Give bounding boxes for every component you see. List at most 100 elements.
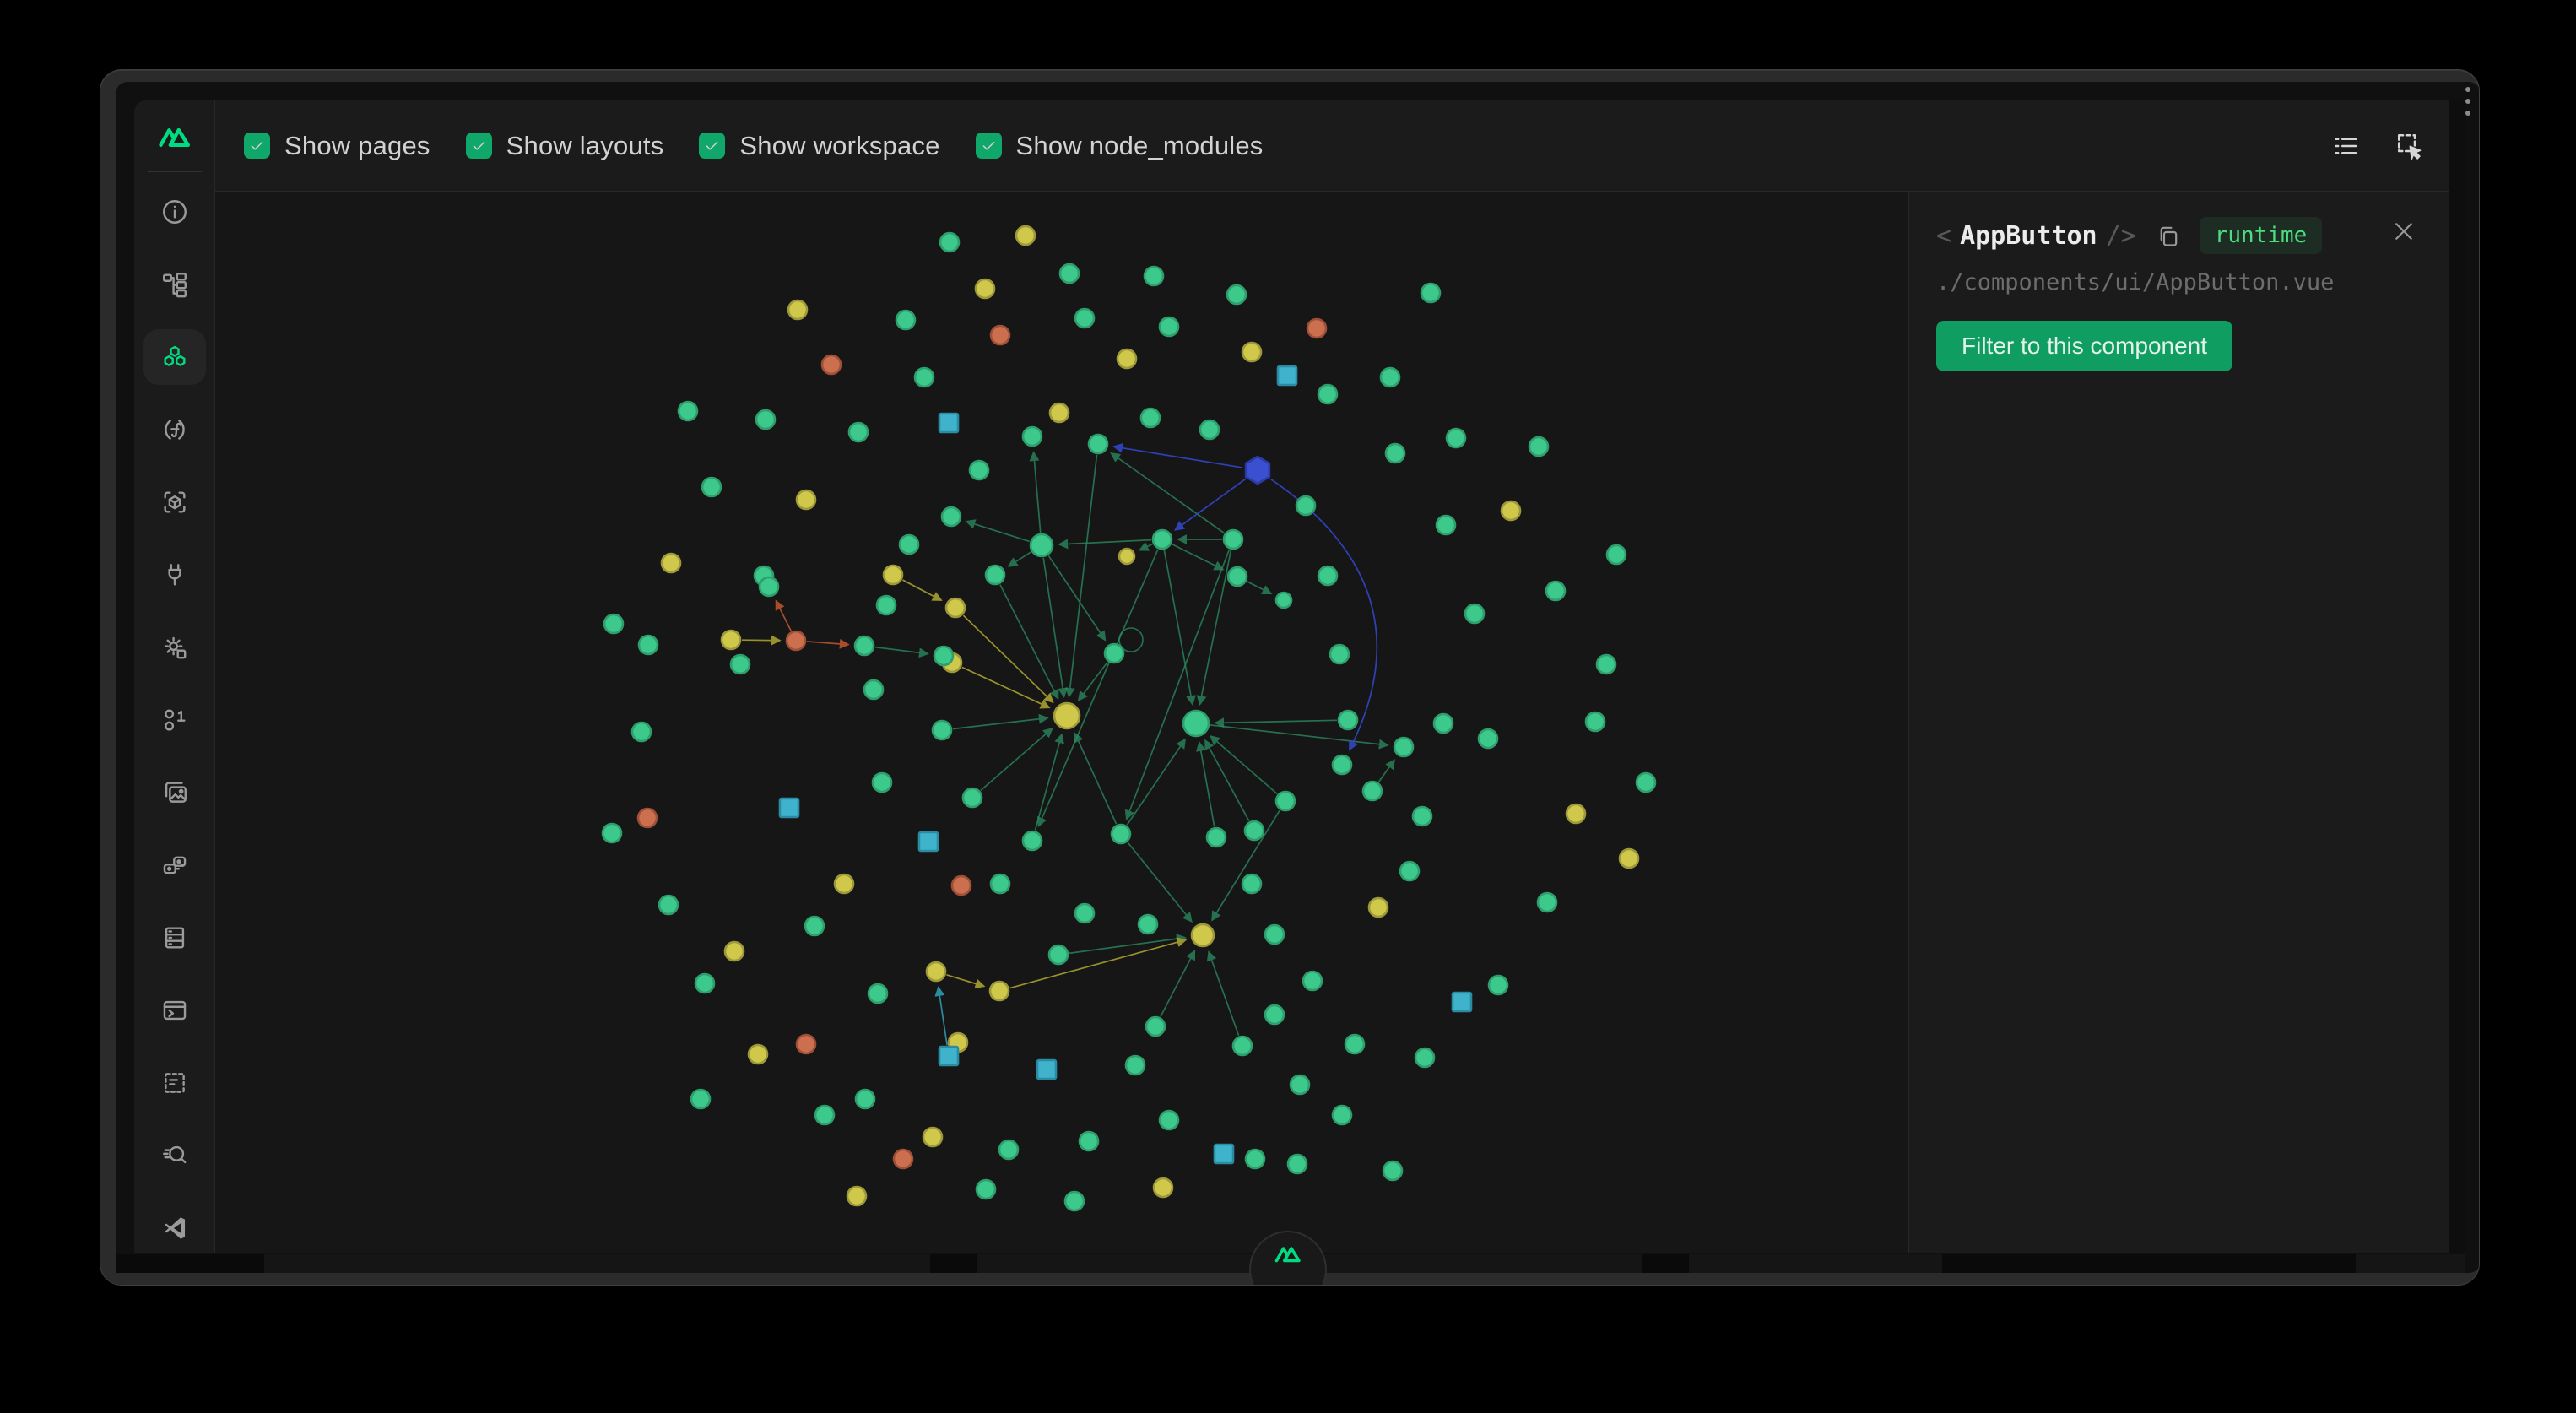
graph-node-green[interactable] (815, 1106, 834, 1124)
graph-node-green[interactable] (1080, 1132, 1098, 1150)
sidebar-item-open-graph[interactable] (134, 1119, 215, 1192)
graph-node-green[interactable] (1415, 1048, 1434, 1067)
graph-node-green[interactable] (1296, 496, 1315, 515)
graph-node-square[interactable] (939, 1047, 958, 1065)
graph-node-yellow[interactable] (1620, 849, 1638, 868)
graph-node-yellow[interactable] (990, 982, 1009, 1000)
graph-node-green[interactable] (933, 721, 951, 739)
graph-node-green[interactable] (639, 636, 658, 654)
graph-node-square[interactable] (780, 799, 798, 817)
graph-node-green[interactable] (1413, 807, 1431, 826)
graph-node-yellow[interactable] (847, 1187, 866, 1205)
filter-show-pages[interactable]: Show pages (244, 131, 430, 161)
graph-node-yellow[interactable] (946, 598, 965, 617)
graph-node-green[interactable] (1479, 729, 1497, 748)
graph-node-green[interactable] (1303, 972, 1322, 990)
graph-node-green[interactable] (1383, 1161, 1402, 1180)
scroll-gutter[interactable] (2449, 100, 2465, 1253)
graph-node-green[interactable] (991, 874, 1009, 893)
graph-node-green[interactable] (1145, 267, 1163, 285)
graph-node-yellow[interactable] (788, 300, 807, 319)
graph-node-green[interactable] (896, 311, 915, 329)
graph-node-green[interactable] (856, 1090, 874, 1108)
graph-node-yellow[interactable] (1502, 501, 1520, 520)
graph-node-green[interactable] (940, 233, 959, 252)
graph-node-green[interactable] (900, 535, 918, 554)
nuxt-logo[interactable] (156, 121, 193, 152)
graph-node-green[interactable] (849, 423, 868, 441)
graph-node-green[interactable] (1126, 1056, 1145, 1075)
graph-node-yellow[interactable] (1050, 403, 1069, 422)
graph-node-green[interactable] (1318, 385, 1337, 403)
graph-node-green[interactable] (760, 577, 778, 596)
filter-to-component-button[interactable]: Filter to this component (1936, 321, 2232, 371)
graph-node-green[interactable] (1318, 566, 1337, 585)
graph-node-square[interactable] (1453, 993, 1471, 1011)
graph-node-green[interactable] (702, 478, 721, 496)
graph-node-hexagon[interactable] (1246, 457, 1269, 484)
graph-node-yellow[interactable] (797, 490, 815, 509)
graph-node-green[interactable] (1233, 1037, 1252, 1055)
graph-node-green[interactable] (1637, 773, 1655, 792)
sidebar-item-virtual-files[interactable] (134, 1047, 215, 1119)
graph-node-green[interactable] (1276, 593, 1291, 608)
graph-node-green[interactable] (873, 773, 891, 792)
graph-node-orange[interactable] (638, 809, 657, 827)
inspect-component-button[interactable] (2388, 124, 2432, 168)
graph-node-green[interactable] (731, 655, 750, 674)
graph-node-square[interactable] (1215, 1145, 1233, 1163)
graph-node-green[interactable] (1105, 644, 1123, 663)
graph-node-green[interactable] (1207, 828, 1226, 847)
graph-node-green[interactable] (691, 1090, 710, 1108)
graph-node-yellow[interactable] (884, 566, 902, 584)
graph-node-green[interactable] (756, 410, 775, 429)
graph-node-green[interactable] (869, 984, 887, 1003)
graph-node-yellow[interactable] (1567, 804, 1585, 823)
sidebar-item-pages[interactable] (134, 248, 215, 321)
graph-node-green[interactable] (1288, 1155, 1307, 1173)
graph-node-green[interactable] (1489, 976, 1507, 994)
graph-node-green[interactable] (1183, 711, 1209, 736)
copy-icon[interactable] (2155, 223, 2181, 249)
graph-node-green[interactable] (855, 636, 874, 655)
graph-node-green[interactable] (1141, 409, 1160, 427)
graph-node-green[interactable] (1049, 945, 1068, 964)
graph-node-green[interactable] (999, 1140, 1018, 1159)
graph-node-green[interactable] (1381, 368, 1399, 387)
graph-node-green[interactable] (604, 614, 623, 633)
graph-node-green[interactable] (1546, 582, 1565, 600)
graph-node-square[interactable] (939, 414, 958, 432)
graph-node-green[interactable] (1363, 782, 1382, 800)
graph-node-green[interactable] (1400, 862, 1419, 880)
graph-node-orange[interactable] (952, 876, 971, 895)
graph-node-yellow[interactable] (749, 1045, 767, 1064)
graph-node-yellow[interactable] (1369, 898, 1388, 917)
graph-node-green[interactable] (1265, 925, 1284, 944)
graph-node-green[interactable] (1160, 317, 1178, 336)
graph-node-green[interactable] (864, 680, 883, 699)
graph-node-green[interactable] (1291, 1075, 1309, 1094)
checkbox-checked-icon[interactable] (976, 133, 1002, 159)
node-list-toggle-button[interactable] (2324, 124, 2368, 168)
graph-node-green[interactable] (1023, 427, 1042, 446)
graph-node-square[interactable] (919, 832, 938, 851)
graph-node-green[interactable] (986, 566, 1004, 584)
graph-node-green[interactable] (1333, 1106, 1351, 1124)
checkbox-checked-icon[interactable] (244, 133, 270, 159)
graph-node-green[interactable] (1060, 264, 1079, 283)
sidebar-item-vscode[interactable] (134, 1192, 215, 1253)
graph-node-green[interactable] (1597, 655, 1615, 674)
graph-node-green[interactable] (1586, 712, 1605, 731)
graph-node-green[interactable] (1200, 420, 1219, 439)
graph-node-green[interactable] (977, 1180, 995, 1199)
graph-node-orange[interactable] (1307, 319, 1326, 338)
graph-node-green[interactable] (1228, 567, 1247, 586)
sidebar-item-payload[interactable] (134, 684, 215, 756)
sidebar-item-assets[interactable] (134, 756, 215, 829)
graph-node-yellow[interactable] (1119, 549, 1134, 564)
sidebar-item-overview[interactable] (134, 176, 215, 248)
graph-node-green[interactable] (1031, 534, 1053, 556)
graph-node-green[interactable] (1345, 1035, 1364, 1053)
sidebar-item-modules[interactable] (134, 466, 215, 539)
graph-node-green[interactable] (1529, 437, 1548, 456)
